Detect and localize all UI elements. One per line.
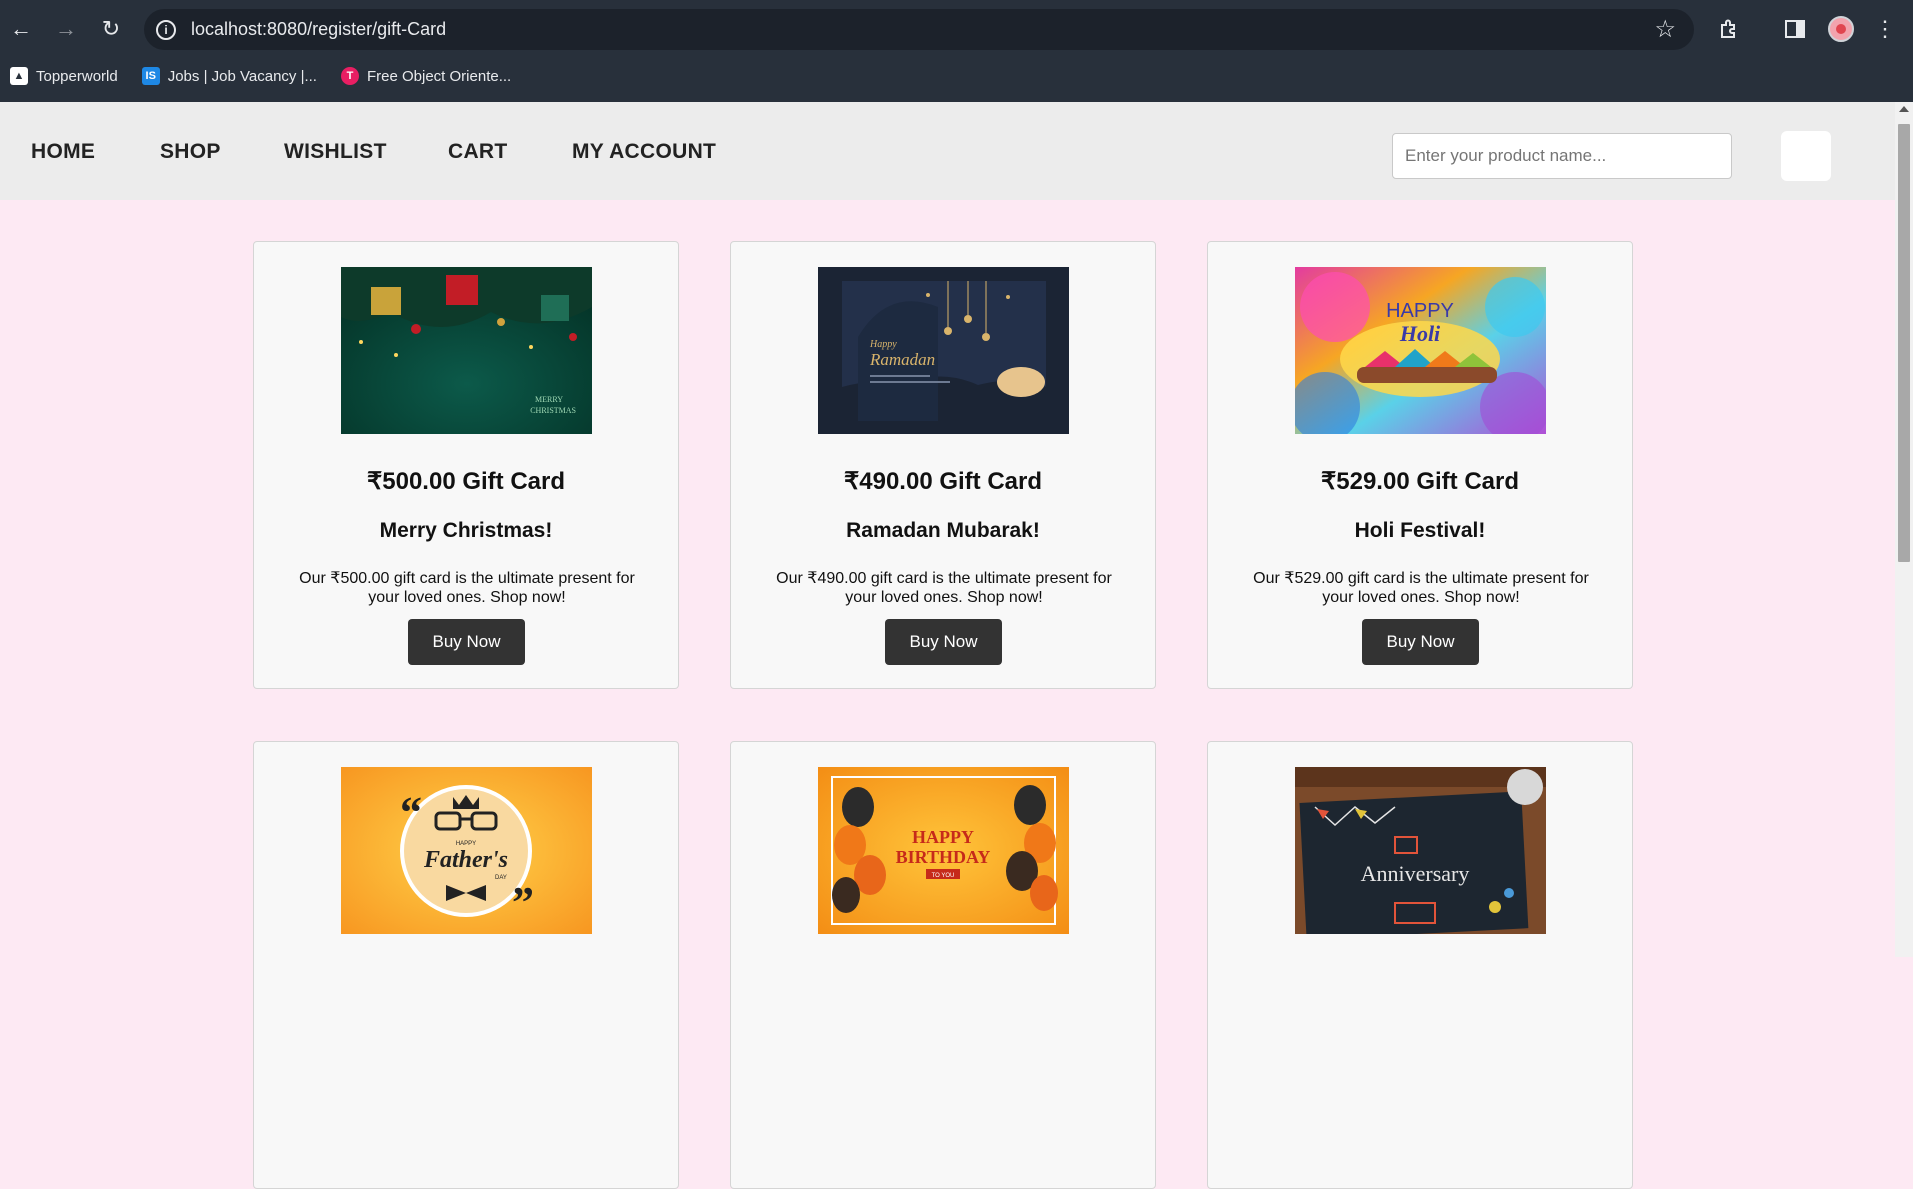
oop-icon: T — [340, 67, 359, 85]
extensions-puzzle-icon[interactable] — [1714, 14, 1744, 44]
holi-gift-image: HAPPY Holi — [1295, 267, 1546, 434]
scroll-thumb[interactable] — [1898, 124, 1910, 562]
gift-card-christmas: MERRY CHRISTMAS ₹500.00 Gift Card Merry … — [253, 241, 679, 689]
bookmark-topperworld[interactable]: ▲ Topperworld — [10, 67, 118, 85]
nav-my-account[interactable]: MY ACCOUNT — [572, 140, 716, 164]
ramadan-gift-image: Happy Ramadan — [818, 267, 1069, 434]
profile-avatar[interactable] — [1828, 16, 1854, 42]
buy-now-button[interactable]: Buy Now — [408, 619, 525, 665]
bookmark-star-icon[interactable]: ☆ — [1654, 15, 1676, 44]
christmas-gift-image: MERRY CHRISTMAS — [341, 267, 592, 434]
forward-arrow-icon[interactable]: → — [51, 14, 81, 44]
topperworld-icon: ▲ — [10, 67, 28, 85]
gift-card-birthday: HAPPY BIRTHDAY TO YOU — [730, 741, 1156, 1189]
birthday-image-text-3: TO YOU — [932, 873, 955, 879]
card-description: Our ₹490.00 gift card is the ultimate pr… — [776, 570, 1112, 606]
holi-image-text-2: Holi — [1399, 321, 1441, 346]
browser-chrome: ← → ↻ i localhost:8080/register/gift-Car… — [0, 0, 1913, 102]
buy-now-button[interactable]: Buy Now — [1362, 619, 1479, 665]
nav-cart[interactable]: CART — [448, 140, 508, 164]
bookmarks-bar: ▲ Topperworld IS Jobs | Job Vacancy |...… — [0, 58, 1913, 94]
bookmark-label: Jobs | Job Vacancy |... — [167, 67, 317, 85]
holi-image-text-1: HAPPY — [1386, 300, 1454, 322]
site-info-icon[interactable]: i — [156, 19, 176, 40]
side-panel-icon[interactable] — [1780, 14, 1810, 44]
buy-now-button[interactable]: Buy Now — [885, 619, 1002, 665]
gift-card-holi: HAPPY Holi ₹529.00 Gift Card Holi Festiv… — [1207, 241, 1633, 689]
gift-card-anniversary: Anniversary — [1207, 741, 1633, 1189]
card-occasion: Holi Festival! — [1354, 519, 1486, 542]
birthday-image-text-2: BIRTHDAY — [896, 847, 991, 867]
gift-card-fathers-day: HAPPY Father's DAY “ ” — [253, 741, 679, 1189]
nav-wishlist[interactable]: WISHLIST — [284, 140, 387, 164]
ramadan-image-text-2: Ramadan — [869, 350, 935, 369]
site-header: HOME SHOP WISHLIST CART MY ACCOUNT — [0, 102, 1895, 200]
search-button[interactable] — [1781, 131, 1831, 181]
jobs-icon: IS — [141, 67, 160, 85]
bookmark-jobs[interactable]: IS Jobs | Job Vacancy |... — [141, 67, 317, 85]
svg-text:”: ” — [512, 878, 534, 927]
reload-icon[interactable]: ↻ — [96, 14, 126, 44]
card-price: ₹500.00 Gift Card — [366, 468, 565, 495]
nav-shop[interactable]: SHOP — [160, 140, 221, 164]
card-occasion: Ramadan Mubarak! — [846, 519, 1040, 542]
christmas-image-text-2: CHRISTMAS — [530, 406, 576, 415]
address-url[interactable]: localhost:8080/register/gift-Card — [191, 19, 446, 40]
fathers-day-gift-image: HAPPY Father's DAY “ ” — [341, 767, 592, 934]
gift-card-ramadan: Happy Ramadan ₹490.00 Gift Card Ramadan … — [730, 241, 1156, 689]
product-search-input[interactable] — [1392, 133, 1732, 179]
more-menu-icon[interactable]: ⋮ — [1870, 14, 1900, 44]
anniversary-gift-image: Anniversary — [1295, 767, 1546, 934]
browser-toolbar: ← → ↻ i localhost:8080/register/gift-Car… — [0, 0, 1913, 58]
card-description: Our ₹529.00 gift card is the ultimate pr… — [1253, 570, 1589, 606]
back-arrow-icon[interactable]: ← — [6, 14, 36, 44]
birthday-image-text-1: HAPPY — [912, 827, 974, 847]
fathers-day-image-text-2: Father's — [423, 847, 508, 873]
fathers-day-image-text-3: DAY — [495, 875, 507, 881]
anniversary-image-text: Anniversary — [1361, 861, 1470, 886]
bookmark-oop[interactable]: T Free Object Oriente... — [340, 67, 512, 85]
card-price: ₹490.00 Gift Card — [843, 468, 1042, 495]
card-occasion: Merry Christmas! — [379, 519, 553, 542]
address-bar[interactable]: i localhost:8080/register/gift-Card ☆ — [144, 9, 1694, 50]
nav-home[interactable]: HOME — [31, 140, 95, 164]
birthday-gift-image: HAPPY BIRTHDAY TO YOU — [818, 767, 1069, 934]
ramadan-image-text-1: Happy — [869, 339, 897, 350]
christmas-image-text-1: MERRY — [535, 395, 563, 404]
bookmark-label: Free Object Oriente... — [366, 67, 512, 85]
svg-text:“: “ — [400, 788, 422, 837]
card-price: ₹529.00 Gift Card — [1320, 468, 1519, 495]
page-scrollbar[interactable] — [1895, 102, 1913, 957]
card-description: Our ₹500.00 gift card is the ultimate pr… — [299, 570, 635, 606]
scroll-up-arrow-icon[interactable] — [1899, 106, 1909, 112]
bookmark-label: Topperworld — [36, 67, 118, 85]
